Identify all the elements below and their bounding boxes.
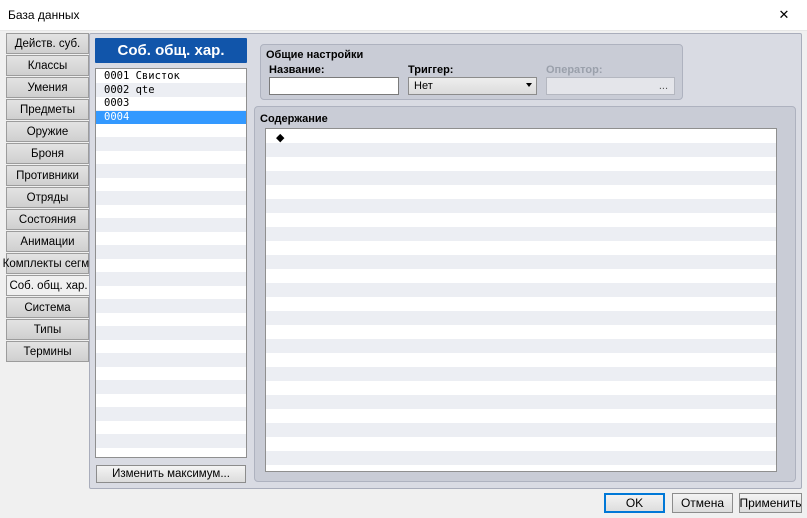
cancel-button[interactable]: Отмена <box>672 493 733 513</box>
name-field[interactable] <box>269 77 399 95</box>
tab-items[interactable]: Предметы <box>6 99 89 120</box>
tab-label: Система <box>24 301 71 314</box>
ok-button[interactable]: OK <box>604 493 665 513</box>
close-button[interactable]: ✕ <box>761 0 807 30</box>
contents-group: Содержание ◆ <box>254 106 796 482</box>
tab-label: Анимации <box>20 235 75 248</box>
tab-label: Состояния <box>18 213 77 226</box>
tab-label: Предметы <box>20 103 75 116</box>
tab-label: Соб. общ. хар. <box>9 279 88 292</box>
tab-label: Классы <box>27 59 68 72</box>
tab-types[interactable]: Типы <box>6 319 89 340</box>
tab-actors[interactable]: Действ. суб. <box>6 33 89 54</box>
name-label: Название: <box>269 64 325 76</box>
diamond-icon[interactable]: ◆ <box>276 132 284 144</box>
change-maximum-button[interactable]: Изменить максимум... <box>96 465 246 483</box>
tab-weapons[interactable]: Оружие <box>6 121 89 142</box>
list-item[interactable]: 0003 <box>96 97 246 111</box>
event-commands-list[interactable]: ◆ <box>265 128 777 472</box>
window-title: База данных <box>8 8 80 22</box>
trigger-select[interactable]: Нет <box>408 77 537 95</box>
trigger-value: Нет <box>414 80 433 92</box>
tab-label: Действ. суб. <box>14 37 81 50</box>
operator-label: Оператор: <box>546 64 603 76</box>
tab-label: Оружие <box>26 125 69 138</box>
tab-animations[interactable]: Анимации <box>6 231 89 252</box>
tab-label: Отряды <box>26 191 69 204</box>
tab-classes[interactable]: Классы <box>6 55 89 76</box>
tab-label: Броня <box>31 147 64 160</box>
tab-skills[interactable]: Умения <box>6 77 89 98</box>
tab-enemies[interactable]: Противники <box>6 165 89 186</box>
general-settings-group: Общие настройки Название: Триггер: Нет О… <box>260 44 683 100</box>
list-item-selected[interactable]: 0004 <box>96 110 246 124</box>
chevron-down-icon <box>526 83 532 87</box>
tab-label: Умения <box>27 81 68 94</box>
list-item[interactable]: 0002 qte <box>96 84 246 98</box>
editor-frame: Соб. общ. хар. 0001 Свисток 0002 qte 000… <box>89 33 802 489</box>
list-header: Соб. общ. хар. <box>95 38 247 63</box>
tab-label: Комплекты сегм. <box>2 257 93 270</box>
tab-tilesets[interactable]: Комплекты сегм. <box>3 253 92 274</box>
contents-title: Содержание <box>260 113 328 125</box>
tab-system[interactable]: Система <box>6 297 89 318</box>
list-item[interactable]: 0001 Свисток <box>96 70 246 84</box>
tab-label: Типы <box>33 323 62 336</box>
general-settings-title: Общие настройки <box>266 49 364 61</box>
apply-button[interactable]: Применить <box>739 493 802 513</box>
tab-armors[interactable]: Броня <box>6 143 89 164</box>
title-bar: База данных ✕ <box>0 0 807 31</box>
common-events-list[interactable]: 0001 Свисток 0002 qte 0003 0004 <box>95 68 247 458</box>
tab-troops[interactable]: Отряды <box>6 187 89 208</box>
trigger-label: Триггер: <box>408 64 454 76</box>
close-icon: ✕ <box>778 7 790 22</box>
operator-switch-button: ... <box>546 77 675 95</box>
tab-label: Противники <box>16 169 79 182</box>
tab-common-events[interactable]: Соб. общ. хар. <box>6 275 90 296</box>
ellipsis-icon: ... <box>658 80 668 92</box>
tab-states[interactable]: Состояния <box>6 209 89 230</box>
tab-label: Термины <box>23 345 72 358</box>
tab-terms[interactable]: Термины <box>6 341 89 362</box>
window-client: Действ. суб. Классы Умения Предметы Оруж… <box>0 31 807 518</box>
